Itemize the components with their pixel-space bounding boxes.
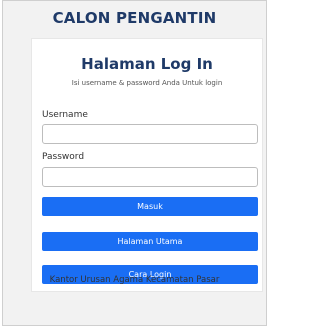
app-title: CALON PENGANTIN bbox=[52, 9, 217, 27]
login-card: Halaman Log In Isi username & password A… bbox=[31, 38, 263, 292]
username-label: Username bbox=[42, 110, 88, 120]
home-page-button[interactable]: Halaman Utama bbox=[42, 232, 258, 251]
login-subtitle: Isi username & password Anda Untuk login bbox=[71, 79, 223, 87]
page-frame: CALON PENGANTIN Halaman Log In Isi usern… bbox=[2, 0, 267, 326]
username-input[interactable] bbox=[42, 124, 258, 144]
login-button[interactable]: Masuk bbox=[42, 197, 258, 216]
login-title: Halaman Log In bbox=[81, 55, 213, 73]
footer-office-name: Kantor Urusan Agama Kecamatan Pasar bbox=[49, 275, 220, 285]
password-label: Password bbox=[42, 152, 85, 162]
password-input[interactable] bbox=[42, 167, 258, 187]
